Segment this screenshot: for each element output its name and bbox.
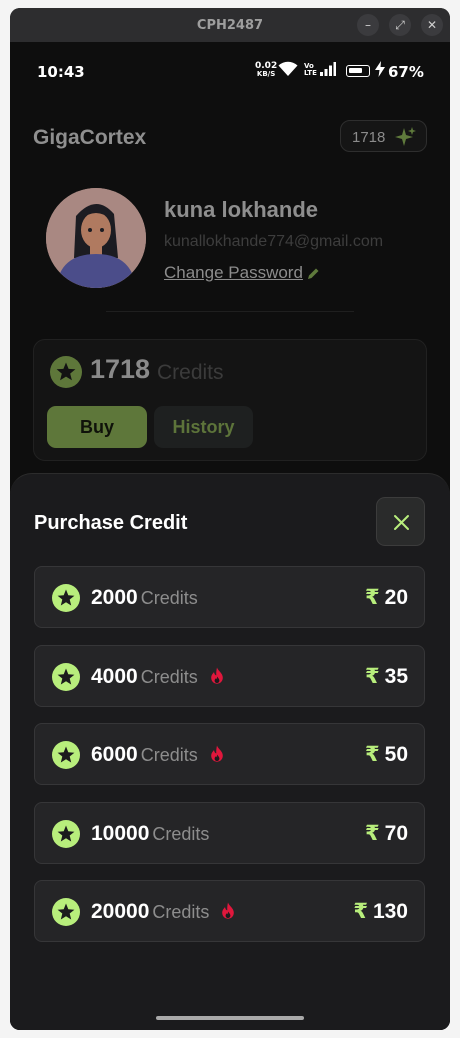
- net-speed-unit: KB/S: [256, 70, 276, 78]
- plan-credits-unit: Credits: [140, 588, 198, 608]
- plan-price: ₹20: [365, 585, 408, 610]
- profile-name: kuna lokhande: [164, 197, 319, 222]
- window-title: CPH2487: [196, 18, 264, 33]
- star-in-circle-icon: [52, 898, 80, 931]
- plan-credits-unit: Credits: [152, 902, 210, 922]
- plan-credits-amount: 2000: [91, 586, 138, 609]
- wifi-icon: [278, 61, 298, 76]
- phone-screen: 10:43 0.02 KB/S Vo LTE 67% GigaCortex 17…: [10, 42, 450, 1030]
- star-in-circle-icon: [50, 356, 82, 388]
- plan-credits: 10000 Credits: [91, 822, 209, 846]
- currency-symbol: ₹: [365, 586, 380, 609]
- battery-percent: 67%: [388, 63, 424, 81]
- sparkle-icon: [395, 127, 416, 146]
- credit-chip-value: 1718: [352, 129, 386, 146]
- plan-credits: 20000 Credits: [91, 900, 235, 925]
- maximize-button[interactable]: ⤢: [389, 14, 411, 36]
- charging-icon: [375, 61, 385, 77]
- plan-credits-amount: 6000: [91, 743, 138, 766]
- net-speed: 0.02 KB/S: [255, 61, 278, 79]
- signal-icon: [320, 62, 336, 76]
- star-in-circle-icon: [52, 819, 80, 853]
- window-close-button[interactable]: ✕: [421, 14, 443, 36]
- plan-credits: 2000 Credits: [91, 586, 198, 610]
- home-indicator[interactable]: [156, 1016, 304, 1020]
- profile-email: kunallokhande774@gmail.com: [164, 233, 384, 250]
- plan-price: ₹130: [353, 899, 408, 924]
- currency-symbol: ₹: [365, 743, 380, 766]
- status-time: 10:43: [37, 63, 85, 81]
- fire-icon: [221, 901, 235, 925]
- credit-plan-option[interactable]: 20000 Credits ₹130: [34, 880, 425, 942]
- plan-price-value: 35: [384, 664, 408, 688]
- balance-amount: 1718: [90, 354, 151, 384]
- history-button[interactable]: History: [154, 406, 253, 448]
- balance-label: Credits: [157, 361, 224, 384]
- plan-price-value: 70: [384, 821, 408, 845]
- plan-price: ₹70: [365, 821, 408, 846]
- close-icon: [394, 515, 409, 530]
- plan-credits-unit: Credits: [152, 823, 210, 844]
- status-bar: 10:43 0.02 KB/S Vo LTE 67%: [10, 42, 450, 98]
- credit-chip[interactable]: 1718: [340, 120, 427, 152]
- star-in-circle-icon: [52, 662, 80, 696]
- plan-credits-amount: 20000: [91, 900, 150, 923]
- pencil-icon: [307, 265, 320, 285]
- avatar-illustration: [46, 188, 146, 288]
- app-title: GigaCortex: [33, 126, 147, 149]
- window-titlebar: CPH2487 – ⤢ ✕: [10, 8, 450, 42]
- plan-credits-amount: 10000: [91, 821, 150, 845]
- plan-credits-unit: Credits: [140, 745, 198, 765]
- minimize-button[interactable]: –: [357, 14, 379, 36]
- plan-credits: 4000 Credits: [91, 665, 224, 690]
- star-in-circle-icon: [52, 584, 80, 617]
- purchase-credit-sheet: Purchase Credit 2000 Credits ₹20 4000 Credit…: [10, 473, 450, 1030]
- plan-price: ₹50: [365, 742, 408, 767]
- plan-credits-unit: Credits: [140, 666, 198, 687]
- plan-price-value: 20: [384, 586, 408, 609]
- credit-plan-option[interactable]: 4000 Credits ₹35: [34, 644, 425, 707]
- volte-indicator: Vo LTE: [304, 63, 317, 77]
- change-password-label: Change Password: [164, 263, 303, 282]
- plan-credits: 6000 Credits: [91, 743, 224, 768]
- plan-price: ₹35: [365, 664, 408, 689]
- profile-divider: [106, 311, 354, 312]
- fire-icon: [210, 744, 224, 768]
- buy-button[interactable]: Buy: [47, 406, 147, 448]
- fire-icon: [210, 666, 224, 690]
- star-in-circle-icon: [52, 741, 80, 774]
- emulator-window: CPH2487 – ⤢ ✕ 10:43 0.02 KB/S Vo LTE 67%…: [10, 8, 450, 1030]
- avatar: [46, 188, 146, 288]
- net-speed-value: 0.02: [255, 61, 278, 71]
- battery-icon: [346, 65, 370, 77]
- currency-symbol: ₹: [365, 821, 380, 845]
- plan-credits-amount: 4000: [91, 664, 138, 688]
- credit-plan-option[interactable]: 2000 Credits ₹20: [34, 566, 425, 628]
- plan-price-value: 130: [372, 900, 408, 923]
- credit-plan-option[interactable]: 6000 Credits ₹50: [34, 723, 425, 785]
- volte-line2: LTE: [304, 69, 317, 77]
- balance-card: 1718 Credits Buy History: [33, 339, 427, 461]
- sheet-title: Purchase Credit: [34, 512, 188, 534]
- change-password-link[interactable]: Change Password: [164, 263, 320, 285]
- currency-symbol: ₹: [365, 664, 380, 688]
- currency-symbol: ₹: [353, 900, 368, 923]
- plan-price-value: 50: [384, 743, 408, 766]
- credit-plan-option[interactable]: 10000 Credits ₹70: [34, 801, 425, 864]
- close-sheet-button[interactable]: [376, 497, 425, 546]
